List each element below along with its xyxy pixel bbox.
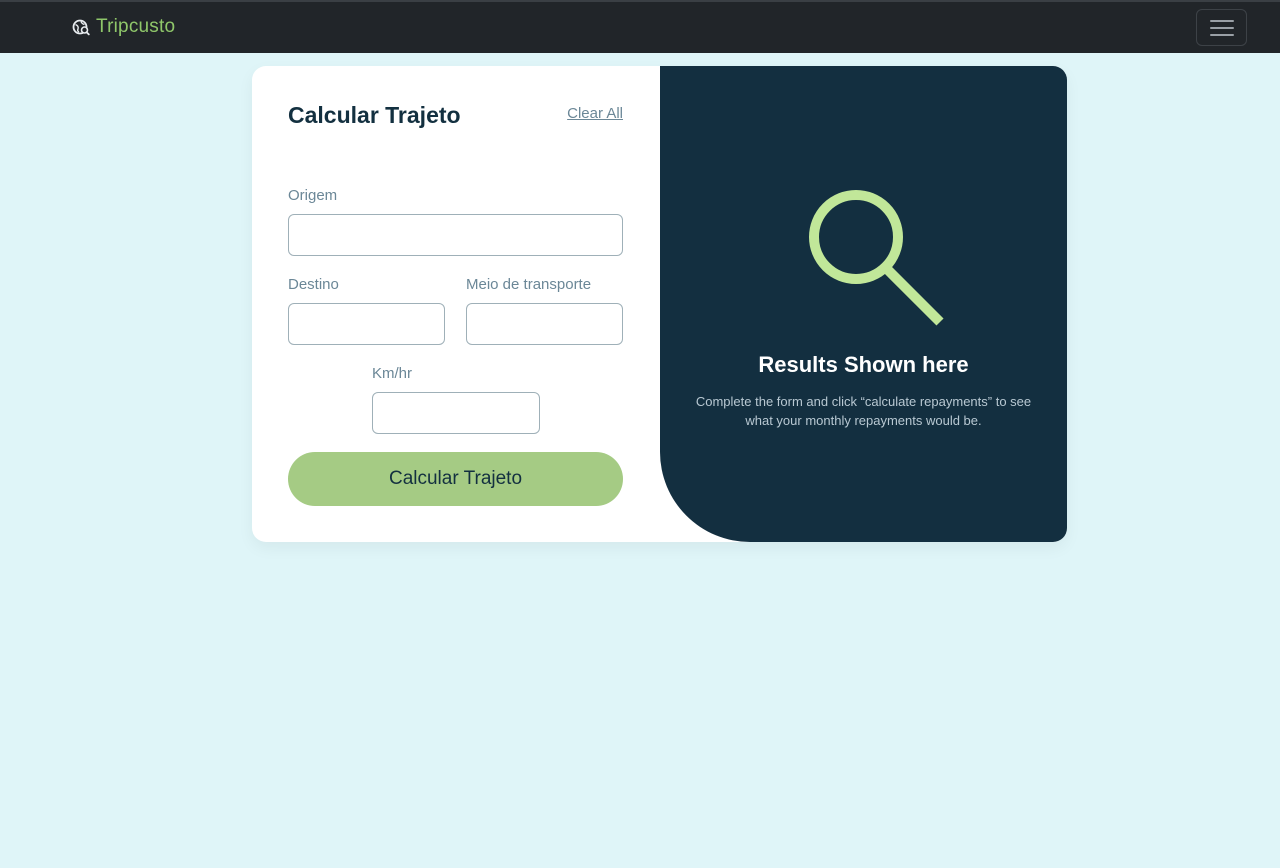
calculate-route-button[interactable]: Calcular Trajeto xyxy=(288,452,623,506)
transport-input[interactable] xyxy=(466,303,623,345)
speed-label: Km/hr xyxy=(372,365,413,382)
calculator-card: Calcular Trajeto Clear All Origem Destin… xyxy=(252,66,1067,542)
hamburger-menu-icon xyxy=(1209,19,1234,36)
brand-link[interactable]: Tripcusto xyxy=(72,16,175,38)
transport-label: Meio de transporte xyxy=(466,276,592,293)
brand-name: Tripcusto xyxy=(96,16,176,37)
top-navbar: Tripcusto xyxy=(0,0,1280,53)
results-description: Complete the form and click “calculate r… xyxy=(695,394,1032,428)
form-title: Calcular Trajeto xyxy=(288,102,461,128)
clear-all-link[interactable]: Clear All xyxy=(567,105,623,122)
search-icon xyxy=(809,190,944,326)
speed-input[interactable] xyxy=(372,392,540,434)
globe-icon xyxy=(72,19,90,36)
menu-toggle-button[interactable] xyxy=(1196,9,1247,46)
origin-label: Origem xyxy=(288,187,338,204)
origin-input[interactable] xyxy=(288,214,623,256)
results-title: Results Shown here xyxy=(758,352,969,377)
results-panel: Results Shown here Complete the form and… xyxy=(660,66,1067,542)
destination-label: Destino xyxy=(288,276,339,293)
destination-input[interactable] xyxy=(288,303,445,345)
